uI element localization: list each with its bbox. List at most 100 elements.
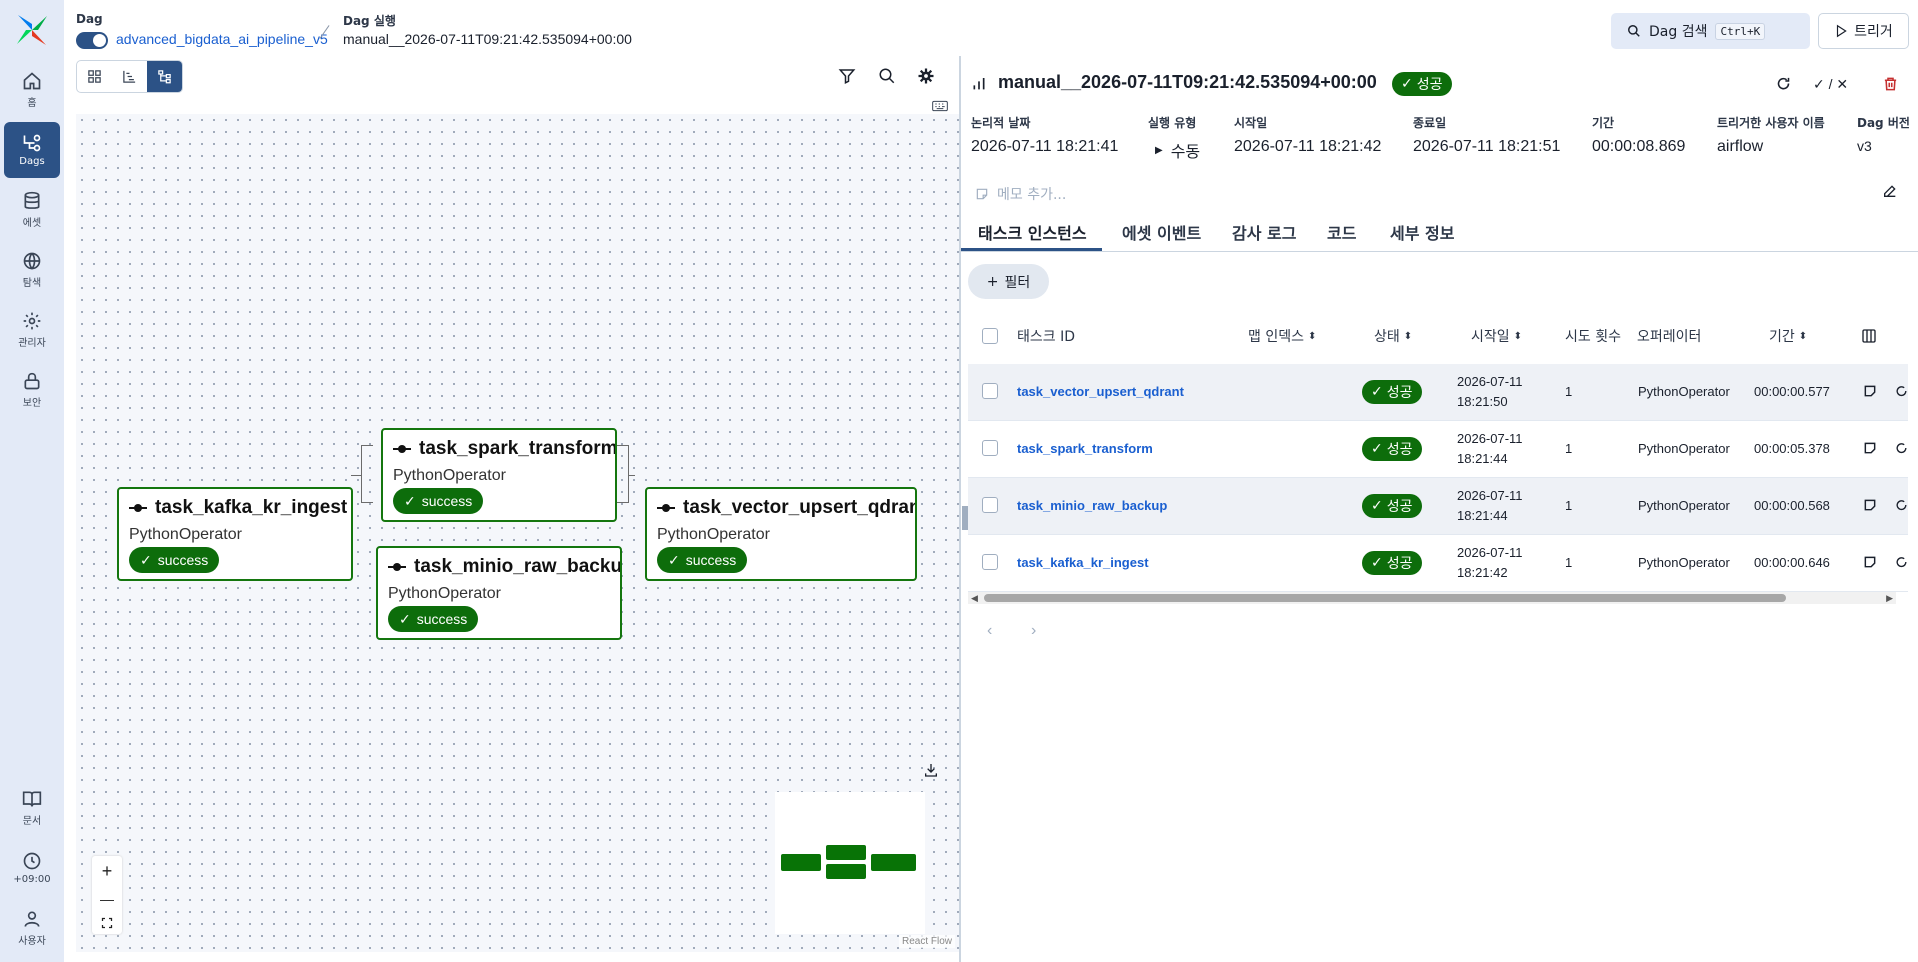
zoom-in-button[interactable]: +	[102, 861, 113, 882]
task-id-link[interactable]: task_spark_transform	[1017, 441, 1153, 456]
check-icon: ✓	[1371, 555, 1383, 571]
table-row[interactable]: task_minio_raw_backup ✓ 성공 2026-07-11 18:2…	[968, 478, 1908, 535]
task-id-link[interactable]: task_minio_raw_backup	[1017, 498, 1167, 513]
table-row[interactable]: task_vector_upsert_qdrant ✓ 성공 2026-07-11…	[968, 364, 1908, 421]
tab-task-instances[interactable]: 태스크 인스턴스	[978, 220, 1087, 244]
mark-state-button[interactable]: ✓ / ✕	[1813, 76, 1848, 93]
gantt-icon	[122, 69, 137, 84]
refresh-icon[interactable]	[1776, 76, 1791, 91]
edit-icon[interactable]	[1882, 183, 1898, 199]
clear-icon[interactable]	[1895, 555, 1908, 569]
graph-canvas[interactable]: task_kafka_kr_ingest PythonOperator ✓ suc…	[76, 114, 959, 952]
prev-page-button[interactable]: ‹	[987, 622, 992, 640]
sidebar-item-home[interactable]: 홈	[4, 68, 60, 112]
sidebar-item-user[interactable]: 사용자	[4, 906, 60, 950]
graph-node[interactable]: task_minio_raw_backup PythonOperator ✓ su…	[376, 546, 622, 640]
column-header-state[interactable]: 상태 ⬍	[1374, 326, 1412, 346]
download-icon[interactable]	[923, 762, 939, 778]
react-flow-attribution[interactable]: React Flow	[898, 935, 955, 948]
add-filter-button[interactable]: + 필터	[968, 264, 1049, 299]
zoom-out-button[interactable]: —	[100, 891, 114, 907]
table-row[interactable]: task_spark_transform ✓ 성공 2026-07-11 18:21…	[968, 421, 1908, 478]
filter-icon[interactable]	[838, 67, 856, 85]
gantt-view-button[interactable]	[112, 61, 147, 92]
task-node-icon	[657, 503, 675, 513]
minimap[interactable]	[775, 792, 925, 934]
column-header-operator[interactable]: 오퍼레이터	[1637, 326, 1701, 346]
row-checkbox[interactable]	[982, 554, 998, 570]
graph-edge	[617, 445, 629, 503]
sidebar-item-label: 관리자	[18, 338, 46, 349]
scroll-right-arrow[interactable]: ▶	[1886, 593, 1893, 604]
delete-icon[interactable]	[1883, 76, 1898, 92]
globe-icon	[22, 251, 42, 271]
note-icon[interactable]	[1863, 498, 1877, 512]
graph-node[interactable]: task_vector_upsert_qdrant PythonOperator…	[645, 487, 917, 581]
row-checkbox[interactable]	[982, 497, 998, 513]
panel-divider[interactable]	[959, 56, 961, 962]
task-node-icon	[129, 503, 147, 513]
row-checkbox[interactable]	[982, 440, 998, 456]
graph-edge	[351, 475, 361, 476]
tab-details[interactable]: 세부 정보	[1390, 220, 1454, 244]
graph-node[interactable]: task_kafka_kr_ingest PythonOperator ✓ suc…	[117, 487, 353, 581]
sidebar-item-browse[interactable]: 탐색	[4, 248, 60, 292]
meta-value: 2026-07-11 18:21:42	[1234, 138, 1382, 155]
clear-icon[interactable]	[1895, 441, 1908, 455]
column-header-task-id[interactable]: 태스크 ID	[1017, 326, 1075, 346]
airflow-logo-icon[interactable]	[14, 12, 50, 48]
column-header-start-date[interactable]: 시작일 ⬍	[1471, 326, 1522, 346]
dag-pause-toggle[interactable]	[76, 32, 108, 49]
note-icon[interactable]	[1863, 555, 1877, 569]
sidebar-item-docs[interactable]: 문서	[4, 786, 60, 830]
note-icon[interactable]	[1863, 441, 1877, 455]
column-header-map-index[interactable]: 맵 인덱스 ⬍	[1248, 326, 1316, 346]
keyboard-icon[interactable]	[932, 100, 948, 112]
trigger-button[interactable]: 트리거	[1818, 13, 1909, 49]
horizontal-scrollbar[interactable]: ◀ ▶	[968, 592, 1896, 604]
memo-input[interactable]: 메모 추가...	[975, 184, 1066, 204]
sidebar-item-label: 사용자	[18, 936, 46, 947]
task-id-link[interactable]: task_kafka_kr_ingest	[1017, 555, 1149, 570]
search-icon[interactable]	[878, 67, 896, 85]
task-id-link[interactable]: task_vector_upsert_qdrant	[1017, 384, 1184, 399]
dag-search-button[interactable]: Dag 검색 Ctrl+K	[1611, 13, 1810, 49]
status-badge: ✓ 성공	[1362, 494, 1422, 518]
graph-view-button[interactable]	[147, 61, 182, 92]
tab-code[interactable]: 코드	[1327, 220, 1356, 244]
operator: PythonOperator	[1638, 498, 1730, 513]
clear-icon[interactable]	[1895, 384, 1908, 398]
grid-view-button[interactable]	[77, 61, 112, 92]
sidebar-item-security[interactable]: 보안	[4, 368, 60, 412]
tabs-underline	[961, 251, 1918, 252]
table-row[interactable]: task_kafka_kr_ingest ✓ 성공 2026-07-11 18:21…	[968, 535, 1908, 592]
meta-value: 2026-07-11 18:21:41	[971, 138, 1119, 155]
settings-icon[interactable]	[917, 67, 935, 85]
next-page-button[interactable]: ›	[1031, 622, 1036, 640]
sidebar-item-assets[interactable]: 에셋	[4, 188, 60, 232]
tab-asset-events[interactable]: 에셋 이벤트	[1122, 220, 1201, 244]
clear-icon[interactable]	[1895, 498, 1908, 512]
scroll-left-arrow[interactable]: ◀	[971, 593, 978, 604]
select-all-checkbox[interactable]	[982, 328, 998, 344]
note-icon[interactable]	[1863, 384, 1877, 398]
column-header-duration[interactable]: 기간 ⬍	[1769, 326, 1807, 346]
tab-audit-log[interactable]: 감사 로그	[1232, 220, 1296, 244]
sort-icon: ⬍	[1307, 330, 1317, 342]
start-date: 2026-07-11 18:21:42	[1457, 545, 1523, 580]
dag-name-link[interactable]: advanced_bigdata_ai_pipeline_v5	[116, 31, 328, 47]
scrollbar-thumb[interactable]	[984, 594, 1786, 602]
meta-label: 실행 유형	[1148, 116, 1197, 130]
sidebar-item-timezone[interactable]: +09:00	[4, 846, 60, 890]
sidebar-item-label: +09:00	[13, 874, 51, 885]
graph-edge	[361, 445, 373, 503]
columns-icon[interactable]	[1861, 328, 1877, 344]
sidebar-item-admin[interactable]: 관리자	[4, 308, 60, 352]
sidebar-item-dags[interactable]: Dags	[4, 122, 60, 178]
triggering-user-link[interactable]: airflow	[1717, 138, 1763, 156]
status-badge: ✓ 성공	[1362, 380, 1422, 404]
graph-node[interactable]: task_spark_transform PythonOperator ✓ suc…	[381, 428, 617, 522]
fit-view-icon[interactable]	[101, 917, 113, 929]
column-header-try-number[interactable]: 시도 횟수	[1565, 326, 1621, 346]
row-checkbox[interactable]	[982, 383, 998, 399]
